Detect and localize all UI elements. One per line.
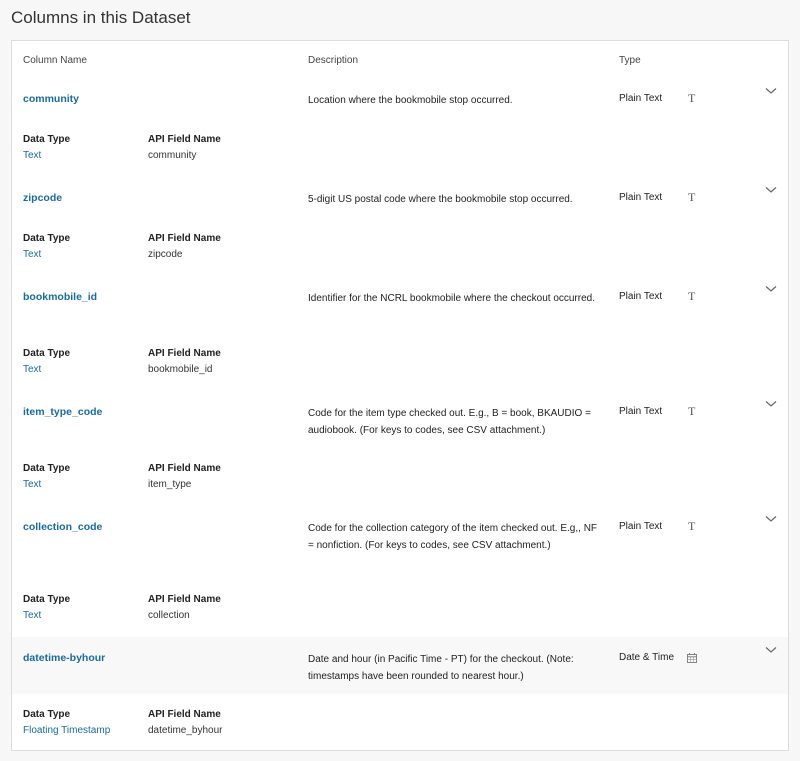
data-type-value: Text	[23, 150, 42, 161]
data-type-label: Data Type	[23, 709, 71, 720]
column-details-collection-code: Data Type Text API Field Name collection	[12, 579, 788, 638]
column-name-link[interactable]: item_type_code	[23, 406, 102, 418]
api-field-name-value: collection	[148, 610, 190, 621]
data-type-value: Text	[23, 249, 42, 260]
data-type-value: Text	[23, 610, 42, 621]
column-row-community[interactable]: community Location where the bookmobile …	[12, 78, 788, 120]
column-description: Date and hour (in Pacific Time - PT) for…	[308, 654, 574, 682]
api-field-name-value: community	[148, 150, 197, 161]
data-type-label: Data Type	[23, 463, 71, 474]
data-type-value: Text	[23, 364, 42, 375]
api-field-name-value: datetime_byhour	[148, 725, 223, 736]
column-row-item-type-code[interactable]: item_type_code Code for the item type ch…	[12, 391, 788, 449]
header-description: Description	[308, 55, 359, 66]
chevron-down-icon[interactable]	[765, 400, 777, 408]
data-type-label: Data Type	[23, 348, 71, 359]
section-heading: Columns in this Dataset	[11, 8, 191, 27]
data-type-label: Data Type	[23, 233, 71, 244]
column-type: Plain Text	[619, 406, 663, 417]
api-field-name-value: item_type	[148, 479, 192, 490]
api-field-name-label: API Field Name	[148, 134, 221, 145]
column-name-link[interactable]: datetime-byhour	[23, 652, 105, 664]
column-description: Identifier for the NCRL bookmobile where…	[308, 293, 595, 304]
column-details-bookmobile-id: Data Type Text API Field Name bookmobile…	[12, 333, 788, 392]
column-details-community: Data Type Text API Field Name community	[12, 119, 788, 178]
text-type-icon: T	[688, 91, 696, 105]
column-name-link[interactable]: collection_code	[23, 521, 102, 533]
column-row-datetime-byhour[interactable]: datetime-byhour Date and hour (in Pacifi…	[12, 637, 788, 695]
api-field-name-value: bookmobile_id	[148, 364, 213, 375]
column-row-zipcode[interactable]: zipcode 5-digit US postal code where the…	[12, 177, 788, 219]
table-header-row: Column Name Description Type	[12, 41, 788, 79]
column-details-item-type-code: Data Type Text API Field Name item_type	[12, 448, 788, 507]
column-type: Plain Text	[619, 521, 663, 532]
column-name-link[interactable]: community	[23, 93, 79, 105]
columns-table: Column Name Description Type community L…	[11, 40, 789, 751]
text-type-icon: T	[688, 289, 696, 303]
header-type: Type	[619, 55, 641, 66]
text-type-icon: T	[688, 190, 696, 204]
column-details-zipcode: Data Type Text API Field Name zipcode	[12, 218, 788, 277]
column-name-link[interactable]: bookmobile_id	[23, 291, 97, 303]
api-field-name-label: API Field Name	[148, 348, 221, 359]
data-type-value: Text	[23, 479, 42, 490]
text-type-icon: T	[688, 519, 696, 533]
api-field-name-label: API Field Name	[148, 594, 221, 605]
column-description: Location where the bookmobile stop occur…	[308, 95, 513, 106]
chevron-down-icon[interactable]	[765, 515, 777, 523]
api-field-name-label: API Field Name	[148, 233, 221, 244]
column-details-datetime-byhour: Data Type Floating Timestamp API Field N…	[12, 694, 788, 750]
header-column-name: Column Name	[23, 55, 87, 66]
chevron-down-icon[interactable]	[765, 186, 777, 194]
data-type-label: Data Type	[23, 134, 71, 145]
column-name-link[interactable]: zipcode	[23, 192, 62, 204]
column-description: Code for the item type checked out. E.g.…	[308, 408, 591, 436]
chevron-down-icon[interactable]	[765, 87, 777, 95]
column-type: Plain Text	[619, 291, 663, 302]
chevron-down-icon[interactable]	[765, 646, 777, 654]
column-row-bookmobile-id[interactable]: bookmobile_id Identifier for the NCRL bo…	[12, 276, 788, 334]
column-type: Plain Text	[619, 93, 663, 104]
data-type-value: Floating Timestamp	[23, 725, 111, 736]
column-description: 5-digit US postal code where the bookmob…	[308, 194, 573, 205]
column-row-collection-code[interactable]: collection_code Code for the collection …	[12, 506, 788, 580]
data-type-label: Data Type	[23, 594, 71, 605]
calendar-icon	[687, 653, 697, 663]
column-type: Plain Text	[619, 192, 663, 203]
column-description: Code for the collection category of the …	[308, 523, 598, 551]
column-type: Date & Time	[619, 652, 675, 663]
api-field-name-label: API Field Name	[148, 463, 221, 474]
api-field-name-value: zipcode	[148, 249, 183, 260]
text-type-icon: T	[688, 404, 696, 418]
chevron-down-icon[interactable]	[765, 285, 777, 293]
api-field-name-label: API Field Name	[148, 709, 221, 720]
